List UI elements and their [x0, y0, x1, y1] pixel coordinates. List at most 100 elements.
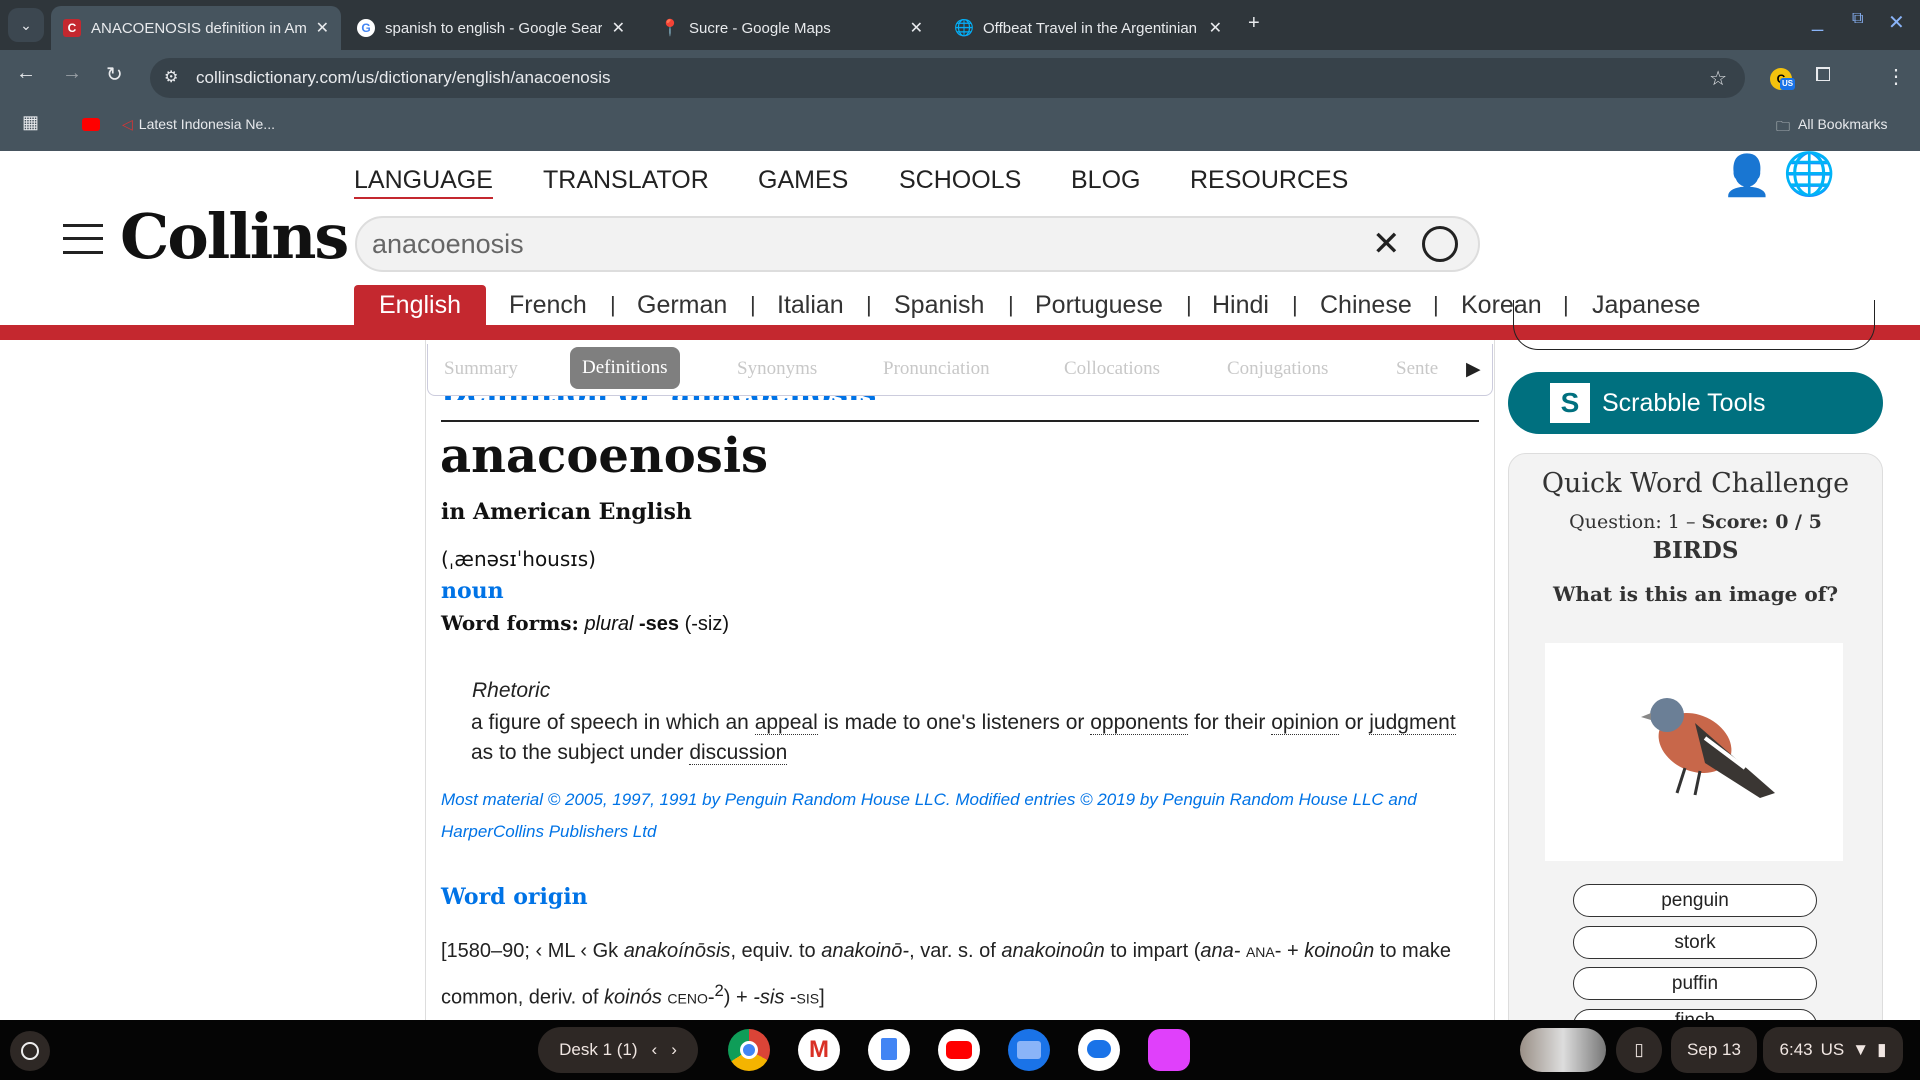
globe-language-icon[interactable]: 🌐	[1783, 150, 1835, 199]
restore-icon[interactable]: ⧉	[1852, 10, 1863, 28]
lang-hindi[interactable]: Hindi	[1212, 285, 1269, 325]
search-icon[interactable]	[1422, 226, 1458, 262]
subtab-collocations[interactable]: Collocations	[1064, 358, 1160, 380]
canvas-app-icon[interactable]	[1148, 1029, 1190, 1071]
link-opinion[interactable]: opinion	[1271, 711, 1339, 735]
search-input[interactable]: anacoenosis ✕	[355, 216, 1480, 272]
holding-space-thumbnails[interactable]	[1520, 1028, 1606, 1072]
divider: |	[1008, 292, 1014, 317]
all-bookmarks-button[interactable]: 🗀 All Bookmarks	[1776, 116, 1887, 140]
quiz-title: Quick Word Challenge	[1541, 468, 1850, 499]
subtab-pronunciation[interactable]: Pronunciation	[883, 358, 990, 380]
scrabble-tools-button[interactable]: S Scrabble Tools	[1508, 372, 1883, 434]
wifi-icon: ▼	[1852, 1040, 1870, 1059]
nav-schools[interactable]: SCHOOLS	[899, 166, 1021, 195]
tab-offbeat-travel[interactable]: 🌐 Offbeat Travel in the Argentinian ✕	[943, 6, 1234, 50]
user-account-icon[interactable]: 👤	[1722, 152, 1772, 199]
lang-english[interactable]: English	[354, 285, 486, 325]
word-forms: Word forms: plural -ses (-siz)	[441, 611, 730, 635]
word-origin-heading: Word origin	[441, 884, 588, 910]
back-icon[interactable]: ←	[16, 62, 36, 85]
answer-option-puffin[interactable]: puffin	[1573, 967, 1817, 1000]
tab-strip: ⌄ C ANACOENOSIS definition in American E…	[0, 0, 1920, 50]
tab-google-search[interactable]: G spanish to english - Google Search ✕	[345, 6, 637, 50]
answer-option-stork[interactable]: stork	[1573, 926, 1817, 959]
site-info-icon[interactable]: ⚙	[164, 67, 178, 87]
launcher-button[interactable]	[10, 1031, 50, 1071]
copyright-note: Most material © 2005, 1997, 1991 by Peng…	[441, 790, 1417, 841]
variety-label: in American English	[441, 499, 692, 525]
messages-app-icon[interactable]	[1078, 1029, 1120, 1071]
lang-italian[interactable]: Italian	[777, 285, 844, 325]
sidebar-pill[interactable]	[1513, 300, 1875, 350]
docs-app-icon[interactable]	[868, 1029, 910, 1071]
link-opponents[interactable]: opponents	[1090, 711, 1189, 735]
lang-chinese[interactable]: Chinese	[1320, 285, 1412, 325]
files-app-icon[interactable]	[1008, 1029, 1050, 1071]
chrome-app-icon[interactable]	[728, 1029, 770, 1071]
scrabble-tile-icon: S	[1550, 383, 1590, 423]
lang-spanish[interactable]: Spanish	[894, 285, 984, 325]
close-icon[interactable]: ✕	[1209, 18, 1222, 38]
collins-logo[interactable]: Collins	[120, 200, 349, 273]
definition-text: a figure of speech in which an appeal is…	[471, 711, 1456, 765]
bookmarks-bar: ▦ ◁ Latest Indonesia Ne... 🗀 All Bookmarks	[0, 100, 1920, 151]
tab-collins[interactable]: C ANACOENOSIS definition in American Eng…	[51, 6, 341, 50]
chevron-left-icon[interactable]: ‹	[652, 1040, 658, 1060]
subtab-sentences[interactable]: Sente	[1396, 358, 1438, 380]
nav-translator[interactable]: TRANSLATOR	[543, 166, 709, 195]
hamburger-menu-icon[interactable]	[63, 224, 103, 254]
gmail-app-icon[interactable]: M	[798, 1029, 840, 1071]
subtab-conjugations[interactable]: Conjugations	[1227, 358, 1328, 380]
nav-resources[interactable]: RESOURCES	[1190, 166, 1348, 195]
forward-icon[interactable]: →	[62, 62, 82, 85]
minimize-icon[interactable]: _	[1812, 10, 1823, 33]
nav-language[interactable]: LANGUAGE	[354, 166, 493, 199]
lang-french[interactable]: French	[509, 285, 587, 325]
desk-switcher[interactable]: Desk 1 (1) ‹ ›	[538, 1027, 698, 1073]
chevron-right-icon[interactable]: ›	[671, 1040, 677, 1060]
maps-pin-icon: 📍	[660, 20, 680, 37]
youtube-icon[interactable]	[82, 118, 100, 131]
reload-icon[interactable]: ↻	[106, 62, 123, 87]
google-icon: G	[357, 19, 375, 37]
quiz-category: BIRDS	[1652, 537, 1739, 564]
extensions-puzzle-icon[interactable]: ⧠	[1815, 64, 1831, 87]
bookmark-favicon-icon: ◁	[122, 116, 133, 132]
close-icon[interactable]: ✕	[910, 18, 923, 38]
tab-google-maps[interactable]: 📍 Sucre - Google Maps ✕	[649, 6, 935, 50]
link-appeal[interactable]: appeal	[754, 711, 818, 735]
link-judgment[interactable]: judgment	[1369, 711, 1456, 735]
scroll-right-icon[interactable]: ▶	[1466, 358, 1481, 381]
nav-games[interactable]: GAMES	[758, 166, 848, 195]
youtube-app-icon[interactable]	[938, 1029, 980, 1071]
subtab-definitions[interactable]: Definitions	[570, 347, 680, 389]
menu-kebab-icon[interactable]: ⋮	[1886, 64, 1906, 89]
tab-search-button[interactable]: ⌄	[8, 8, 44, 42]
close-icon[interactable]: ✕	[612, 18, 625, 38]
divider: |	[866, 292, 872, 317]
close-window-icon[interactable]: ✕	[1888, 10, 1905, 35]
quiz-prompt: What is this an image of?	[1552, 582, 1839, 606]
close-icon[interactable]: ✕	[316, 18, 329, 38]
phone-hub-button[interactable]: ▯	[1616, 1027, 1662, 1073]
extension-icon[interactable]: CUS	[1770, 68, 1796, 90]
new-tab-icon[interactable]: +	[1248, 12, 1260, 35]
bookmark-star-icon[interactable]: ☆	[1709, 66, 1727, 91]
lang-portuguese[interactable]: Portuguese	[1035, 285, 1163, 325]
link-discussion[interactable]: discussion	[689, 741, 788, 765]
pronunciation: (ˌænəsɪˈhousɪs)	[441, 547, 596, 571]
divider: |	[1292, 292, 1298, 317]
lang-german[interactable]: German	[637, 285, 727, 325]
folder-icon: 🗀	[1776, 118, 1790, 134]
subtab-synonyms[interactable]: Synonyms	[737, 358, 817, 380]
subtab-summary[interactable]: Summary	[444, 358, 518, 380]
address-bar[interactable]: ⚙ collinsdictionary.com/us/dictionary/en…	[150, 58, 1745, 98]
answer-option-penguin[interactable]: penguin	[1573, 884, 1817, 917]
date-button[interactable]: Sep 13	[1671, 1027, 1757, 1073]
bookmark-latest-indonesia[interactable]: ◁ Latest Indonesia Ne...	[122, 116, 275, 133]
clear-search-icon[interactable]: ✕	[1372, 224, 1401, 264]
nav-blog[interactable]: BLOG	[1071, 166, 1140, 195]
apps-grid-icon[interactable]: ▦	[22, 112, 39, 133]
status-tray[interactable]: 6:43 US ▼ ▮	[1763, 1027, 1903, 1073]
